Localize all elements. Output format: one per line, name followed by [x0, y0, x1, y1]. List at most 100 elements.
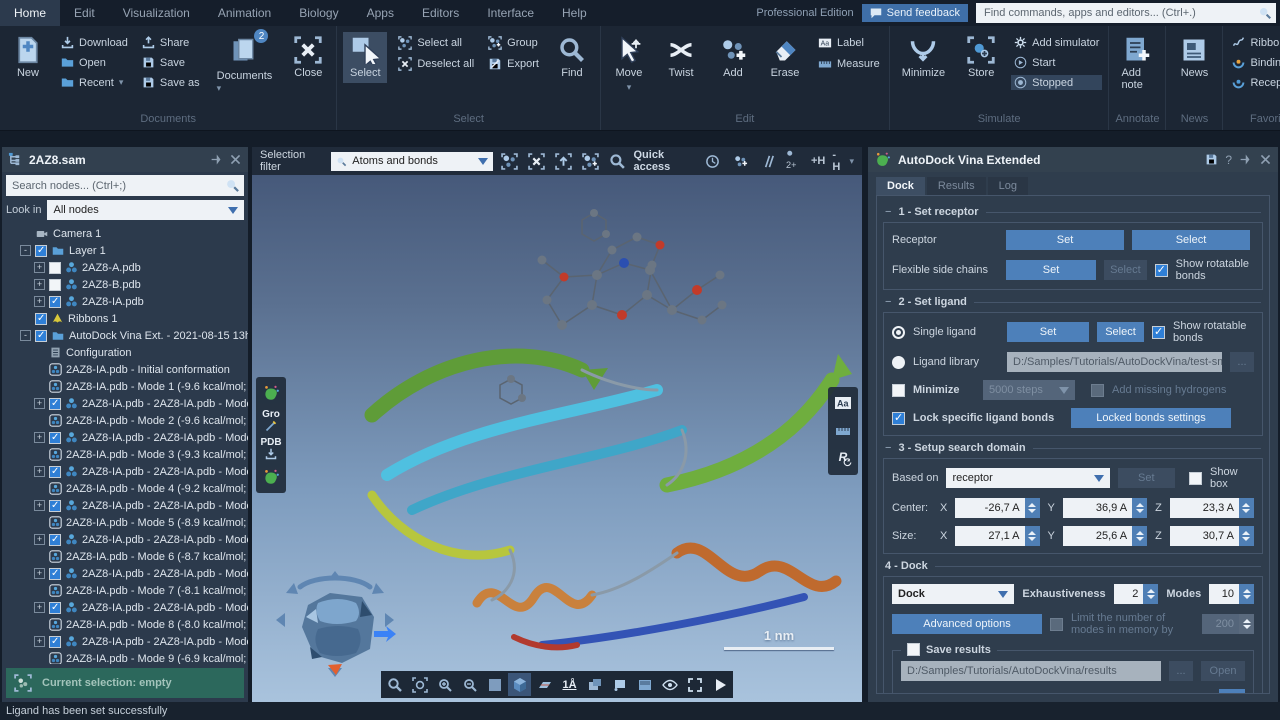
- tree-node[interactable]: +2AZ8-IA.pdb - 2AZ8-IA.pdb - Mode 7 (-8.…: [2, 599, 248, 616]
- add-hydrogen-button[interactable]: +H: [811, 155, 825, 167]
- start-button[interactable]: Start: [1011, 55, 1102, 70]
- expand-toggle-icon[interactable]: +: [34, 279, 45, 290]
- tree-node[interactable]: Configuration: [2, 344, 248, 361]
- expand-toggle-icon[interactable]: +: [34, 432, 45, 443]
- flexible-select-button[interactable]: Select: [1104, 260, 1147, 280]
- size-y-spinner[interactable]: 25,6 A: [1063, 526, 1147, 546]
- viewport[interactable]: Selection filter Atoms and bonds Quick a…: [252, 147, 862, 702]
- panel-icon[interactable]: [633, 673, 656, 696]
- expand-toggle-icon[interactable]: +: [34, 466, 45, 477]
- expand-toggle-icon[interactable]: +: [34, 398, 45, 409]
- save-receptor-checkbox[interactable]: [901, 693, 914, 695]
- show-rotatable-bonds-checkbox-2[interactable]: [1152, 326, 1165, 339]
- exhaustiveness-spinner[interactable]: 2: [1114, 584, 1159, 604]
- selection-filter-dropdown[interactable]: Atoms and bonds: [331, 152, 492, 171]
- background-icon[interactable]: [483, 673, 506, 696]
- menu-editors[interactable]: Editors: [408, 0, 473, 26]
- erase-button[interactable]: Erase: [763, 32, 807, 83]
- add-note-button[interactable]: Add note: [1115, 32, 1159, 95]
- favorite-receptors-button[interactable]: Receptors: [1229, 75, 1280, 90]
- open-button[interactable]: Open: [58, 55, 131, 70]
- limit-modes-spinner[interactable]: 200: [1202, 614, 1254, 634]
- expand-toggle-icon[interactable]: -: [20, 330, 31, 341]
- measure-button[interactable]: Measure: [815, 56, 883, 72]
- tree-node[interactable]: +2AZ8-IA.pdb: [2, 293, 248, 310]
- section-2-header[interactable]: −2 - Set ligand: [885, 296, 1261, 308]
- menu-interface[interactable]: Interface: [473, 0, 548, 26]
- camera-copy-icon[interactable]: [583, 673, 606, 696]
- select-all-tool-button[interactable]: [499, 151, 520, 172]
- documents-button[interactable]: 2 Documents ▾: [211, 32, 279, 98]
- select-button[interactable]: Select: [343, 32, 387, 83]
- add-hydrogens-checkbox[interactable]: [1091, 384, 1104, 397]
- center-z-spinner[interactable]: 23,3 A: [1170, 498, 1254, 518]
- results-path-input[interactable]: D:/Samples/Tutorials/AutoDockVina/result…: [901, 661, 1161, 681]
- tree-node[interactable]: +2AZ8-IA.pdb - 2AZ8-IA.pdb - Mode 3 (-9.…: [2, 463, 248, 480]
- close-icon[interactable]: [1259, 153, 1272, 166]
- based-on-dropdown[interactable]: receptor: [946, 468, 1109, 488]
- visibility-checkbox[interactable]: [49, 262, 61, 274]
- fullscreen-icon[interactable]: [683, 673, 706, 696]
- close-icon[interactable]: [229, 153, 242, 166]
- tree-node[interactable]: +2AZ8-IA.pdb - 2AZ8-IA.pdb - Mode 2 (-9.…: [2, 429, 248, 446]
- advanced-options-button[interactable]: Advanced options: [892, 614, 1042, 634]
- visibility-checkbox[interactable]: [35, 313, 47, 325]
- visibility-checkbox[interactable]: [49, 279, 61, 291]
- expand-toggle-icon[interactable]: +: [34, 296, 45, 307]
- add-atom-icon[interactable]: [730, 151, 751, 172]
- group-button[interactable]: Group: [485, 35, 542, 51]
- single-ligand-radio[interactable]: [892, 326, 905, 339]
- tree-node[interactable]: -Layer 1: [2, 242, 248, 259]
- library-browse-button[interactable]: ...: [1230, 352, 1254, 372]
- tree-node[interactable]: +2AZ8-A.pdb: [2, 259, 248, 276]
- stopped-button[interactable]: Stopped: [1011, 75, 1102, 90]
- tree-node[interactable]: +2AZ8-B.pdb: [2, 276, 248, 293]
- deselect-all-button[interactable]: Deselect all: [395, 56, 477, 72]
- zoom-in-icon[interactable]: [433, 673, 456, 696]
- move-button[interactable]: Move▾: [607, 32, 651, 97]
- modes-spinner[interactable]: 10: [1209, 584, 1254, 604]
- results-browse-button[interactable]: ...: [1169, 661, 1193, 681]
- tab-log[interactable]: Log: [988, 177, 1028, 195]
- ligand-library-radio[interactable]: [892, 356, 905, 369]
- menu-home[interactable]: Home: [0, 0, 60, 26]
- section-3-header[interactable]: −3 - Setup search domain: [885, 442, 1261, 454]
- visibility-checkbox[interactable]: [49, 432, 61, 444]
- tree-node[interactable]: +2AZ8-IA.pdb - 2AZ8-IA.pdb - Mode 8 (-8.…: [2, 633, 248, 650]
- visibility-checkbox[interactable]: [49, 500, 61, 512]
- select-all-button[interactable]: Select all: [395, 35, 477, 51]
- favorite-ribbons-button[interactable]: Ribbons: [1229, 35, 1280, 50]
- tree-node[interactable]: 2AZ8-IA.pdb - Mode 3 (-9.3 kcal/mol; 2.2…: [2, 446, 248, 463]
- tree-node[interactable]: +2AZ8-IA.pdb - 2AZ8-IA.pdb - Mode 4 (-9.…: [2, 497, 248, 514]
- tree-node[interactable]: 2AZ8-IA.pdb - Mode 9 (-6.9 kcal/mol; 8.0…: [2, 650, 248, 664]
- favorite-binding-sites-button[interactable]: Binding sites: [1229, 55, 1280, 70]
- size-z-spinner[interactable]: 30,7 A: [1170, 526, 1254, 546]
- eye-icon[interactable]: [658, 673, 681, 696]
- visibility-checkbox[interactable]: [35, 330, 47, 342]
- expand-toggle-icon[interactable]: +: [34, 534, 45, 545]
- unit-scale-icon[interactable]: 1Å: [558, 673, 581, 696]
- steps-dropdown[interactable]: 5000 steps: [983, 380, 1075, 400]
- help-icon[interactable]: ?: [1225, 153, 1232, 167]
- visibility-checkbox[interactable]: [49, 296, 61, 308]
- library-path-input[interactable]: D:/Samples/Tutorials/AutoDockVina/test-s…: [1007, 352, 1222, 372]
- vina-extended-icon[interactable]: [258, 464, 284, 490]
- visibility-checkbox[interactable]: [49, 636, 61, 648]
- menu-apps[interactable]: Apps: [353, 0, 408, 26]
- save-as-button[interactable]: Save as: [139, 75, 203, 90]
- center-y-spinner[interactable]: 36,9 A: [1063, 498, 1147, 518]
- tree-node[interactable]: 2AZ8-IA.pdb - Initial conformation: [2, 361, 248, 378]
- menu-visualization[interactable]: Visualization: [109, 0, 204, 26]
- save-settings-icon[interactable]: [1205, 153, 1218, 166]
- ligand-set-button[interactable]: Set: [1007, 322, 1089, 342]
- rotate-tool-button[interactable]: R: [830, 446, 856, 472]
- orientation-cube-icon[interactable]: [508, 673, 531, 696]
- pin-icon[interactable]: [1239, 153, 1252, 166]
- tree-node[interactable]: +2AZ8-IA.pdb - 2AZ8-IA.pdb - Mode 1 (-9.…: [2, 395, 248, 412]
- add-simulator-button[interactable]: Add simulator: [1011, 35, 1102, 50]
- label-button[interactable]: AaLabel: [815, 35, 883, 51]
- pdb-download-button[interactable]: PDB: [258, 436, 284, 462]
- expand-toggle-icon[interactable]: +: [34, 636, 45, 647]
- receptor-select-button[interactable]: Select: [1132, 230, 1250, 250]
- tree-node[interactable]: 2AZ8-IA.pdb - Mode 6 (-8.7 kcal/mol; 4.3…: [2, 548, 248, 565]
